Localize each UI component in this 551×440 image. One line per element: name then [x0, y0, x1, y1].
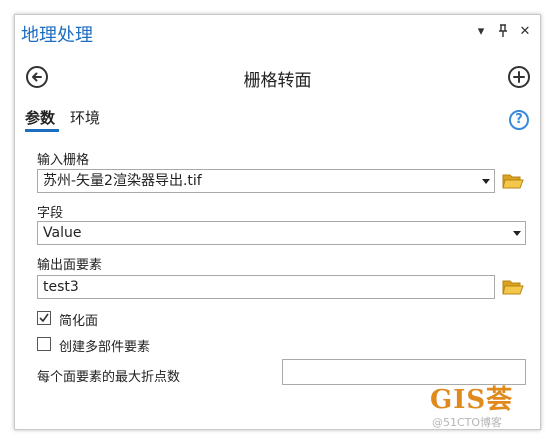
- watermark-logo: GIS荟: [430, 385, 514, 415]
- active-tab-indicator: [25, 129, 59, 132]
- field-label: 字段: [37, 206, 64, 221]
- help-icon[interactable]: ?: [509, 110, 529, 130]
- tab-parameters[interactable]: 参数: [25, 107, 55, 128]
- input-raster-label: 输入栅格: [37, 153, 90, 168]
- dropdown-arrow-icon[interactable]: [513, 231, 521, 236]
- dropdown-arrow-icon[interactable]: [482, 179, 490, 184]
- folder-icon[interactable]: [502, 278, 524, 296]
- input-raster-value: 苏州-矢量2渲染器导出.tif: [43, 173, 202, 189]
- tab-environments[interactable]: 环境: [70, 107, 100, 128]
- multipart-checkbox[interactable]: [37, 337, 51, 351]
- add-icon[interactable]: [508, 66, 530, 88]
- pin-icon[interactable]: [495, 24, 511, 42]
- multipart-label: 创建多部件要素: [59, 340, 151, 355]
- geoprocessing-pane: 地理处理 ▾ ✕ 栅格转面 参数 环境 ? 输入栅格 苏州-矢量2渲染器导出.t…: [14, 14, 541, 430]
- output-features-input[interactable]: test3: [37, 275, 495, 299]
- close-icon[interactable]: ✕: [517, 24, 533, 39]
- field-value: Value: [43, 225, 82, 241]
- watermark-site: @51CTO博客: [432, 416, 503, 429]
- tool-header: 栅格转面: [15, 63, 540, 93]
- simplify-label: 简化面: [59, 314, 99, 329]
- field-dropdown[interactable]: Value: [37, 221, 526, 245]
- input-raster-dropdown[interactable]: 苏州-矢量2渲染器导出.tif: [37, 169, 495, 193]
- max-vertices-label: 每个面要素的最大折点数: [37, 370, 181, 385]
- pane-title: 地理处理: [21, 25, 93, 46]
- pane-titlebar: 地理处理 ▾ ✕: [15, 15, 540, 53]
- folder-icon[interactable]: [502, 172, 524, 190]
- simplify-checkbox[interactable]: [37, 311, 51, 325]
- tool-title: 栅格转面: [243, 71, 312, 91]
- output-features-value: test3: [43, 279, 79, 295]
- output-features-label: 输出面要素: [37, 258, 103, 273]
- chevron-down-icon[interactable]: ▾: [473, 24, 489, 39]
